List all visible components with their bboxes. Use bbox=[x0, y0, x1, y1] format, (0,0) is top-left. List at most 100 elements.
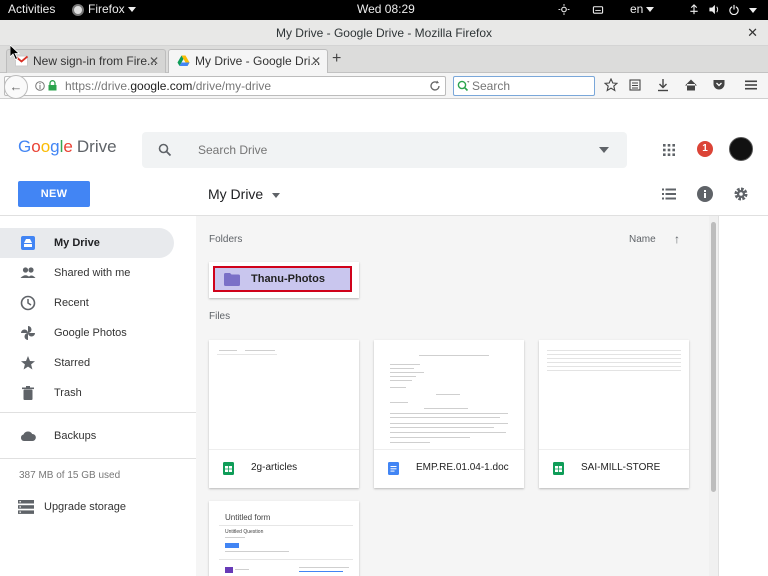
thumb-line bbox=[547, 350, 681, 351]
thumb-line bbox=[390, 437, 470, 438]
app-menu[interactable]: Firefox bbox=[88, 2, 136, 16]
clock[interactable]: Wed 08:29 bbox=[357, 2, 415, 16]
sidebar-item-trash[interactable]: Trash bbox=[0, 378, 174, 408]
list-view-icon[interactable] bbox=[662, 188, 676, 200]
pocket-icon[interactable] bbox=[712, 78, 726, 92]
file-thumbnail bbox=[539, 340, 689, 450]
settings-gear-icon[interactable] bbox=[733, 186, 749, 202]
drive-status-icon[interactable] bbox=[592, 4, 604, 15]
bookmark-star-icon[interactable] bbox=[604, 78, 618, 92]
hamburger-menu-icon[interactable] bbox=[744, 78, 758, 92]
file-name: 2g-articles bbox=[251, 462, 298, 473]
star-icon bbox=[21, 356, 35, 370]
thumb-line bbox=[245, 350, 275, 351]
avatar[interactable] bbox=[729, 137, 753, 161]
new-button[interactable]: NEW bbox=[18, 181, 90, 207]
sidebar: My Drive Shared with me Recent Google Ph… bbox=[0, 216, 196, 576]
google-drive-logo[interactable]: Google Drive bbox=[18, 137, 117, 157]
sidebar-item-label: Backups bbox=[54, 430, 97, 442]
window-close-button[interactable]: ✕ bbox=[747, 20, 758, 46]
sidebar-item-shared-with-me[interactable]: Shared with me bbox=[0, 258, 174, 288]
sidebar-item-starred[interactable]: Starred bbox=[0, 348, 174, 378]
sort-name-header[interactable]: Name bbox=[629, 234, 656, 245]
page-title: My Drive bbox=[208, 186, 264, 202]
scrollbar-thumb[interactable] bbox=[711, 222, 716, 492]
my-drive-menu[interactable]: My Drive bbox=[208, 186, 281, 202]
web-search-input[interactable] bbox=[472, 78, 590, 94]
folder-icon bbox=[224, 273, 240, 286]
storage-icon bbox=[18, 500, 34, 514]
file-card[interactable]: 2g-articles bbox=[209, 340, 359, 488]
drive-search-box[interactable] bbox=[142, 132, 627, 168]
upgrade-storage-link[interactable]: Upgrade storage bbox=[0, 496, 174, 518]
gnome-top-bar: Activities Firefox Wed 08:29 en bbox=[0, 0, 768, 20]
file-footer: SAI-MILL-STORE bbox=[539, 450, 689, 488]
download-icon[interactable] bbox=[656, 78, 670, 92]
brightness-icon[interactable] bbox=[558, 4, 570, 15]
file-card[interactable]: Untitled form Untitled Question bbox=[209, 501, 359, 576]
search-options-chevron-icon[interactable] bbox=[599, 147, 609, 153]
system-menu-chevron-icon[interactable] bbox=[749, 8, 757, 13]
network-icon[interactable] bbox=[688, 4, 700, 15]
activities-button[interactable]: Activities bbox=[8, 2, 55, 16]
power-icon[interactable] bbox=[728, 4, 740, 15]
thumb-line bbox=[390, 376, 416, 377]
vertical-scrollbar[interactable] bbox=[709, 216, 718, 576]
sidebar-item-google-photos[interactable]: Google Photos bbox=[0, 318, 174, 348]
search-icon[interactable] bbox=[158, 143, 172, 157]
file-card[interactable]: SAI-MILL-STORE bbox=[539, 340, 689, 488]
url-prefix: https://drive. bbox=[65, 79, 131, 93]
sidebar-item-backups[interactable]: Backups bbox=[0, 421, 174, 451]
file-thumbnail bbox=[209, 340, 359, 450]
close-icon[interactable]: ✕ bbox=[149, 50, 159, 72]
info-icon[interactable] bbox=[697, 186, 713, 202]
thumb-line bbox=[547, 362, 681, 363]
window-titlebar: My Drive - Google Drive - Mozilla Firefo… bbox=[0, 20, 768, 46]
back-button[interactable]: ← bbox=[4, 75, 28, 99]
url-path: /drive/my-drive bbox=[192, 79, 272, 93]
upgrade-label: Upgrade storage bbox=[44, 501, 126, 513]
thumb-line bbox=[390, 372, 424, 373]
file-card[interactable]: EMP.RE.01.04-1.doc bbox=[374, 340, 524, 488]
folder-card[interactable]: Thanu-Photos bbox=[209, 262, 359, 298]
language-indicator[interactable]: en bbox=[630, 2, 655, 16]
tab-gmail[interactable]: New sign-in from Fire... ✕ bbox=[6, 49, 166, 73]
tab-google-drive[interactable]: My Drive - Google Dri... ✕ bbox=[168, 49, 328, 73]
drive-icon bbox=[21, 236, 35, 250]
drive-search-input[interactable] bbox=[198, 141, 578, 159]
thumb-line bbox=[217, 354, 277, 355]
web-search-bar[interactable] bbox=[453, 76, 595, 96]
chevron-down-icon bbox=[127, 7, 136, 13]
side-panel-gutter bbox=[718, 216, 768, 576]
lock-icon[interactable] bbox=[48, 80, 57, 91]
tab-strip: New sign-in from Fire... ✕ My Drive - Go… bbox=[0, 46, 768, 73]
sidebar-item-label: Trash bbox=[54, 387, 82, 399]
close-icon[interactable]: ✕ bbox=[311, 50, 321, 72]
notification-badge[interactable]: 1 bbox=[697, 141, 713, 157]
sidebar-item-my-drive[interactable]: My Drive bbox=[0, 228, 174, 258]
home-icon[interactable] bbox=[684, 78, 698, 92]
sort-arrow-icon[interactable]: ↑ bbox=[674, 232, 680, 246]
thumb-line bbox=[299, 567, 349, 568]
reader-list-icon[interactable] bbox=[628, 78, 642, 92]
url-bar[interactable]: ← https://drive.google.com/drive/my-driv… bbox=[4, 75, 446, 99]
reload-icon[interactable] bbox=[429, 80, 441, 92]
search-icon[interactable] bbox=[457, 80, 470, 92]
new-tab-button[interactable]: + bbox=[332, 49, 341, 69]
thumb-line bbox=[390, 402, 408, 403]
url-text[interactable]: https://drive.google.com/drive/my-drive bbox=[65, 79, 271, 93]
sidebar-item-label: Shared with me bbox=[54, 267, 131, 279]
sidebar-item-recent[interactable]: Recent bbox=[0, 288, 174, 318]
thumb-line bbox=[225, 551, 289, 552]
info-icon[interactable] bbox=[35, 81, 45, 91]
sidebar-item-label: Google Photos bbox=[54, 327, 127, 339]
thumb-line bbox=[390, 442, 430, 443]
sidebar-item-label: Recent bbox=[54, 297, 89, 309]
clock-icon bbox=[20, 295, 36, 311]
apps-grid-icon[interactable] bbox=[663, 144, 675, 156]
volume-icon[interactable] bbox=[708, 4, 720, 15]
people-icon bbox=[20, 267, 36, 278]
folder-name: Thanu-Photos bbox=[251, 273, 325, 285]
trash-icon bbox=[22, 386, 34, 400]
folder-selected-highlight[interactable]: Thanu-Photos bbox=[213, 266, 352, 292]
